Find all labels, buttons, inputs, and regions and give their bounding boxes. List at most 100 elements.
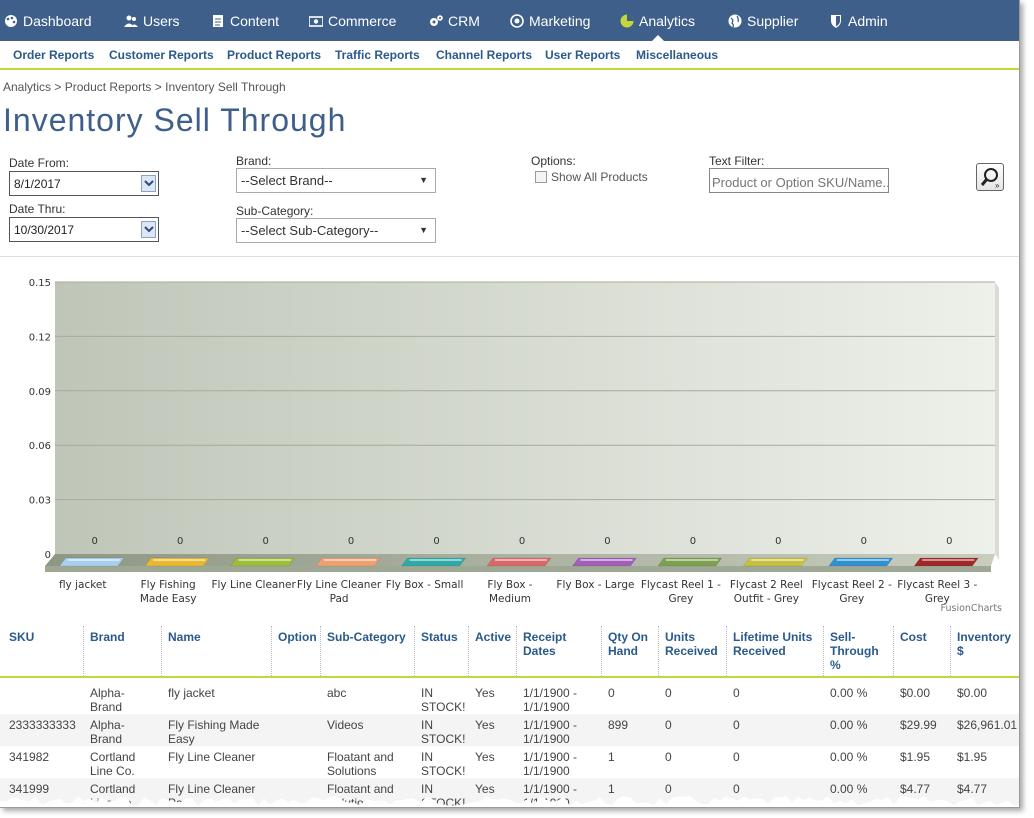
nav-crm[interactable]: CRM: [429, 0, 480, 41]
column-header-brand[interactable]: Brand: [90, 630, 125, 644]
column-header-cost[interactable]: Cost: [900, 630, 927, 644]
cell-text: 0: [665, 750, 672, 764]
cell-text: Videos: [327, 718, 364, 732]
show-all-products-label[interactable]: Show All Products: [551, 170, 648, 184]
palette-icon: [4, 14, 18, 28]
x-category-label: Flycast Reel 3 -: [897, 579, 977, 591]
nav-marketing[interactable]: Marketing: [510, 0, 590, 41]
subnav-order-reports[interactable]: Order Reports: [13, 48, 94, 62]
nav-dashboard[interactable]: Dashboard: [4, 0, 92, 41]
cell-lifetime-units-received: 0: [733, 750, 740, 764]
cell-text: Fly Line Cleaner: [168, 750, 256, 764]
cell-brand: CortlandLine Co.: [90, 750, 135, 778]
header-text: Cost: [900, 630, 927, 644]
header-text: %: [830, 658, 841, 672]
subnav-miscellaneous[interactable]: Miscellaneous: [636, 48, 718, 62]
column-header-sub-category[interactable]: Sub-Category: [327, 630, 406, 644]
bar-value-label: 0: [604, 536, 610, 547]
cell-text: 1/1/1900 -: [523, 750, 578, 764]
chevron-down-icon: [144, 180, 154, 187]
date-from-picker[interactable]: 8/1/2017: [9, 171, 159, 196]
nav-supplier[interactable]: Supplier: [728, 0, 798, 41]
date-from-label: Date From:: [9, 156, 70, 170]
nav-users[interactable]: Users: [124, 0, 180, 41]
table-row[interactable]: 341982 Cortland Line Co. Fly Line Cleaner Fl…: [0, 746, 1019, 778]
column-header-qty-on-hand[interactable]: Qty On Hand: [608, 630, 648, 658]
x-category-label: Fly Fishing: [141, 579, 196, 591]
table-row[interactable]: Alpha- Brand fly jacket abc IN STOCK! Yes 1/1/1…: [0, 682, 1019, 714]
cell-status: IN STOCK!: [421, 686, 465, 714]
cell-cost: $29.99: [900, 718, 937, 732]
subcategory-select[interactable]: --Select Sub-Category-- ▼: [236, 218, 436, 243]
search-button[interactable]: »: [976, 163, 1004, 191]
header-text: Sub-Category: [327, 630, 406, 644]
text-filter-input[interactable]: [709, 168, 889, 193]
column-separator: [161, 626, 162, 678]
fusioncharts-credit[interactable]: FusionCharts: [941, 603, 1002, 614]
header-text: Hand: [608, 644, 638, 658]
table-row[interactable]: 2333333333 Alpha- Brand Fly Fishing Made Eas…: [0, 714, 1019, 746]
cell-qty-on-hand: 1: [608, 750, 615, 764]
cell-text: abc: [327, 686, 347, 700]
cell-units-received: 0: [665, 718, 672, 732]
column-separator: [726, 626, 727, 678]
x-category-label: Flycast Reel 1 -: [641, 579, 721, 591]
column-header-sku[interactable]: SKU: [9, 630, 34, 644]
column-header-sell-through[interactable]: Sell- Through%: [830, 630, 879, 672]
cell-text: 0: [733, 686, 740, 700]
nav-commerce[interactable]: Commerce: [308, 0, 396, 41]
date-from-dropdown-button[interactable]: [141, 175, 156, 192]
column-header-lifetime-units-received[interactable]: Lifetime Units Received: [733, 630, 812, 658]
cell-text: 0.00 %: [830, 718, 868, 732]
nav-analytics[interactable]: Analytics: [620, 0, 695, 41]
sell-through-chart: 0 0.03 0.06 0.09 0.12 0.15 0 fly jacket 0 Fly Fis…: [0, 266, 1019, 616]
column-separator: [468, 626, 469, 678]
nav-admin[interactable]: Admin: [829, 0, 888, 41]
column-header-active[interactable]: Active: [475, 630, 511, 644]
chart-side-wall: [995, 282, 999, 560]
subnav-product-reports[interactable]: Product Reports: [227, 48, 321, 62]
column-header-units-received[interactable]: Units Received: [665, 630, 718, 658]
column-header-name[interactable]: Name: [168, 630, 201, 644]
column-header-status[interactable]: Status: [421, 630, 458, 644]
cell-text: Alpha-: [90, 686, 125, 700]
breadcrumb-product-reports[interactable]: Product Reports: [65, 80, 152, 94]
nav-label: Supplier: [747, 12, 799, 29]
column-header-receipt-dates[interactable]: Receipt Dates: [523, 630, 566, 658]
cell-text: IN: [421, 718, 433, 732]
cell-text: Yes: [475, 750, 495, 764]
subnav-user-reports[interactable]: User Reports: [545, 48, 620, 62]
bar-value-label: 0: [177, 536, 183, 547]
cell-sell-through: 0.00 %: [830, 718, 867, 732]
column-separator: [601, 626, 602, 678]
cell-text: 0: [608, 686, 615, 700]
y-tick-label: 0.15: [29, 278, 51, 289]
header-text: Inventory: [957, 630, 1012, 644]
breadcrumb-analytics[interactable]: Analytics: [3, 80, 51, 94]
x-category-label: Fly Box - Large: [556, 579, 634, 591]
column-header-inventory[interactable]: Inventory $: [957, 630, 1011, 658]
breadcrumb-current: Inventory Sell Through: [165, 80, 286, 94]
subnav-customer-reports[interactable]: Customer Reports: [109, 48, 214, 62]
cell-text: Brand: [90, 732, 123, 746]
header-text: $: [957, 644, 964, 658]
cell-text: 0.00 %: [830, 750, 868, 764]
section-divider: [0, 256, 1019, 257]
y-tick-label: 0: [45, 550, 51, 561]
column-separator: [516, 626, 517, 678]
breadcrumb: Analytics > Product Reports > Inventory …: [3, 80, 286, 94]
cell-receipt-dates: 1/1/1900 -1/1/1900: [523, 686, 577, 714]
cell-brand: Alpha- Brand: [90, 718, 125, 746]
cell-text: Yes: [475, 718, 495, 732]
subnav-channel-reports[interactable]: Channel Reports: [436, 48, 532, 62]
show-all-products-checkbox[interactable]: [535, 171, 547, 183]
x-category-label: Outfit - Grey: [734, 593, 799, 605]
nav-content[interactable]: Content: [211, 0, 279, 41]
x-category-label: Made Easy: [140, 593, 197, 605]
date-thru-picker[interactable]: 10/30/2017: [9, 217, 159, 242]
column-header-option[interactable]: Option: [278, 630, 317, 644]
subnav-traffic-reports[interactable]: Traffic Reports: [335, 48, 420, 62]
brand-select[interactable]: --Select Brand-- ▼: [236, 168, 436, 193]
date-thru-dropdown-button[interactable]: [141, 221, 156, 238]
date-thru-value: 10/30/2017: [14, 223, 75, 237]
